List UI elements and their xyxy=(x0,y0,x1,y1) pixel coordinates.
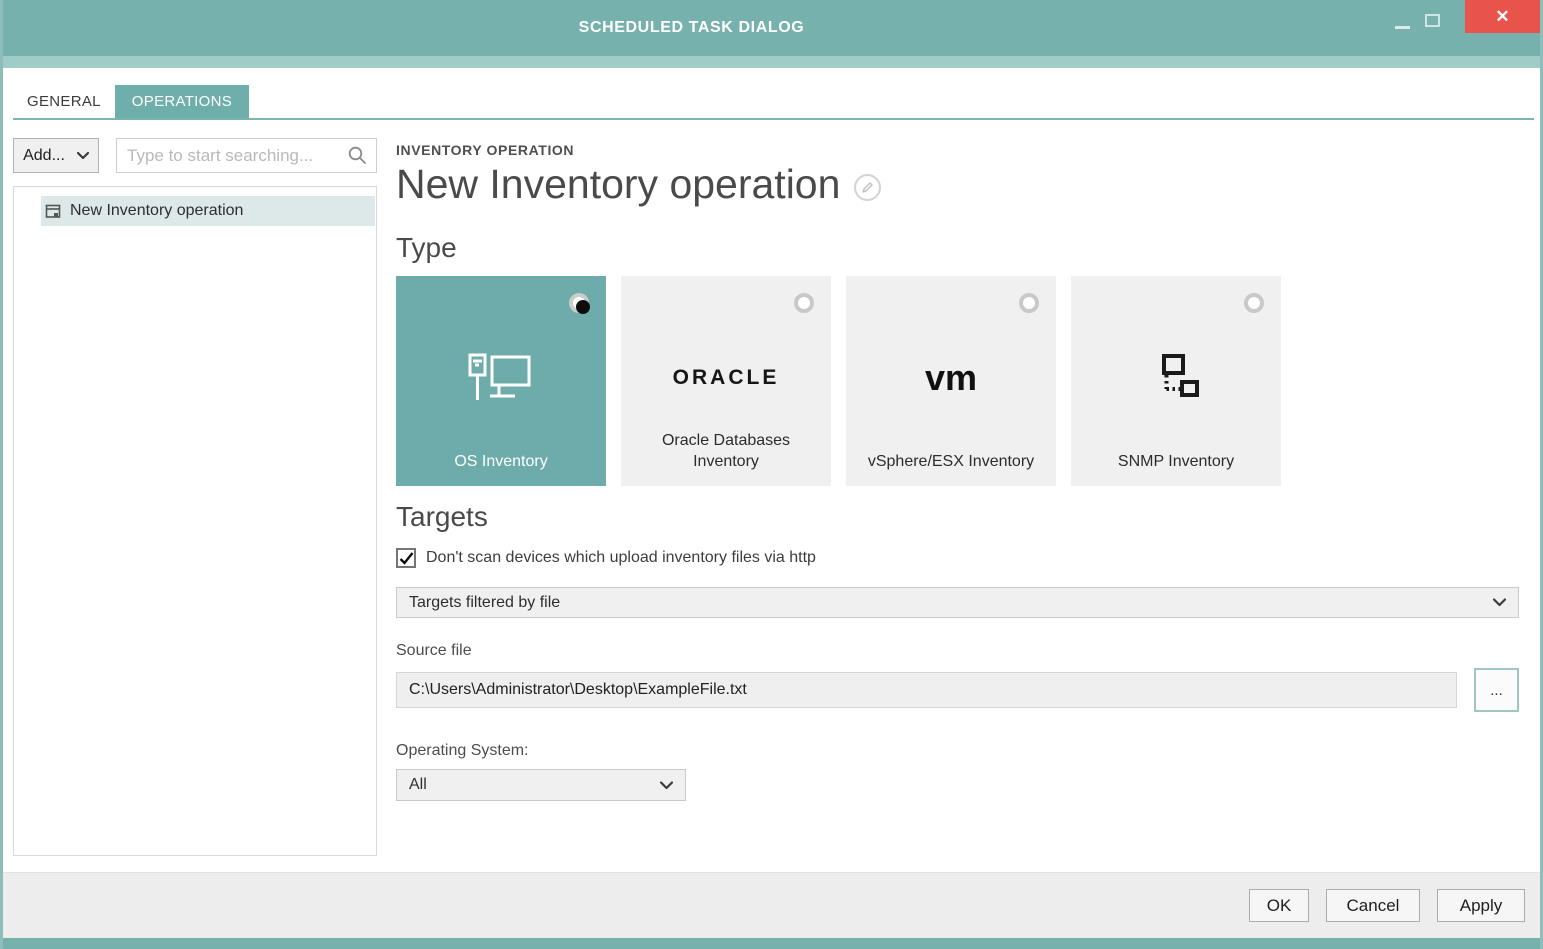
sidebar-controls: Add... xyxy=(13,138,377,173)
source-file-input[interactable] xyxy=(396,672,1457,708)
list-item-new-inventory-operation[interactable]: New Inventory operation xyxy=(41,196,375,226)
tab-general[interactable]: GENERAL xyxy=(13,85,115,118)
titlebar-accent-strip xyxy=(3,56,1540,68)
section-eyebrow: INVENTORY OPERATION xyxy=(396,142,575,158)
cancel-button[interactable]: Cancel xyxy=(1326,889,1420,922)
search-input[interactable] xyxy=(127,145,348,166)
targets-filter-select[interactable]: Targets filtered by file xyxy=(396,587,1519,618)
scheduled-task-dialog: SCHEDULED TASK DIALOG ✕ GENERAL OPERATIO… xyxy=(0,0,1543,949)
apply-button[interactable]: Apply xyxy=(1437,889,1525,922)
os-inventory-icon xyxy=(396,328,606,428)
operations-list: New Inventory operation xyxy=(13,186,377,856)
tab-bar: GENERAL OPERATIONS xyxy=(3,85,1540,118)
dont-scan-checkbox-label: Don't scan devices which upload inventor… xyxy=(426,549,816,566)
type-tile-vsphere-esx[interactable]: vm vSphere/ESX Inventory xyxy=(846,276,1056,486)
radio-selected-icon[interactable] xyxy=(569,293,590,314)
type-tile-snmp[interactable]: SNMP Inventory xyxy=(1071,276,1281,486)
inventory-operation-panel: INVENTORY OPERATION New Inventory operat… xyxy=(396,120,1519,872)
window-controls: ✕ xyxy=(1380,0,1540,56)
chevron-down-icon xyxy=(660,780,673,789)
source-file-label: Source file xyxy=(396,642,472,659)
minimize-icon[interactable] xyxy=(1395,26,1410,29)
chevron-down-icon xyxy=(1493,598,1506,607)
add-button-label: Add... xyxy=(23,146,65,164)
type-tile-os-inventory[interactable]: OS Inventory xyxy=(396,276,606,486)
edit-icon[interactable] xyxy=(854,174,882,201)
dont-scan-checkbox[interactable] xyxy=(396,548,416,568)
ok-button[interactable]: OK xyxy=(1249,889,1309,922)
chevron-down-icon xyxy=(76,151,89,159)
add-button[interactable]: Add... xyxy=(13,138,99,173)
targets-filter-value: Targets filtered by file xyxy=(409,593,561,611)
dialog-footer: OK Cancel Apply xyxy=(3,872,1540,938)
type-heading: Type xyxy=(396,232,457,263)
dialog-content: GENERAL OPERATIONS Add... Type to start … xyxy=(3,68,1540,938)
bottom-accent-strip xyxy=(3,938,1540,949)
operating-system-select[interactable]: All xyxy=(396,769,686,801)
search-icon xyxy=(348,146,366,164)
search-box xyxy=(116,138,377,173)
type-tile-oracle-databases[interactable]: ORACLE Oracle Databases Inventory xyxy=(621,276,831,486)
page-title: New Inventory operation xyxy=(396,161,841,207)
targets-heading: Targets xyxy=(396,501,488,532)
operating-system-label: Operating System: xyxy=(396,742,529,759)
radio-unselected-icon[interactable] xyxy=(1244,293,1264,313)
radio-unselected-icon[interactable] xyxy=(1019,293,1039,313)
list-item-label: New Inventory operation xyxy=(70,202,244,219)
radio-unselected-icon[interactable] xyxy=(794,293,814,313)
browse-button[interactable]: ... xyxy=(1474,668,1519,712)
window-title: SCHEDULED TASK DIALOG xyxy=(578,19,805,36)
operating-system-value: All xyxy=(409,776,427,793)
oracle-logo: ORACLE xyxy=(672,366,780,389)
type-tiles: OS Inventory ORACLE Oracle Databases Inv… xyxy=(396,276,1519,486)
tile-label: Oracle Databases Inventory xyxy=(661,431,791,471)
tab-operations[interactable]: OPERATIONS xyxy=(114,85,250,118)
operations-sidebar: Add... Type to start searching... New In… xyxy=(13,120,377,872)
close-icon[interactable]: ✕ xyxy=(1465,0,1540,33)
tile-label: OS Inventory xyxy=(454,453,548,471)
checkmark-icon xyxy=(399,551,413,565)
vmware-logo: vm xyxy=(924,357,978,398)
inventory-operation-icon xyxy=(45,204,61,218)
tile-label: vSphere/ESX Inventory xyxy=(867,453,1035,471)
tile-label: SNMP Inventory xyxy=(1117,453,1235,471)
maximize-icon[interactable] xyxy=(1425,14,1440,27)
snmp-icon xyxy=(1071,328,1281,428)
titlebar: SCHEDULED TASK DIALOG ✕ xyxy=(3,0,1540,56)
